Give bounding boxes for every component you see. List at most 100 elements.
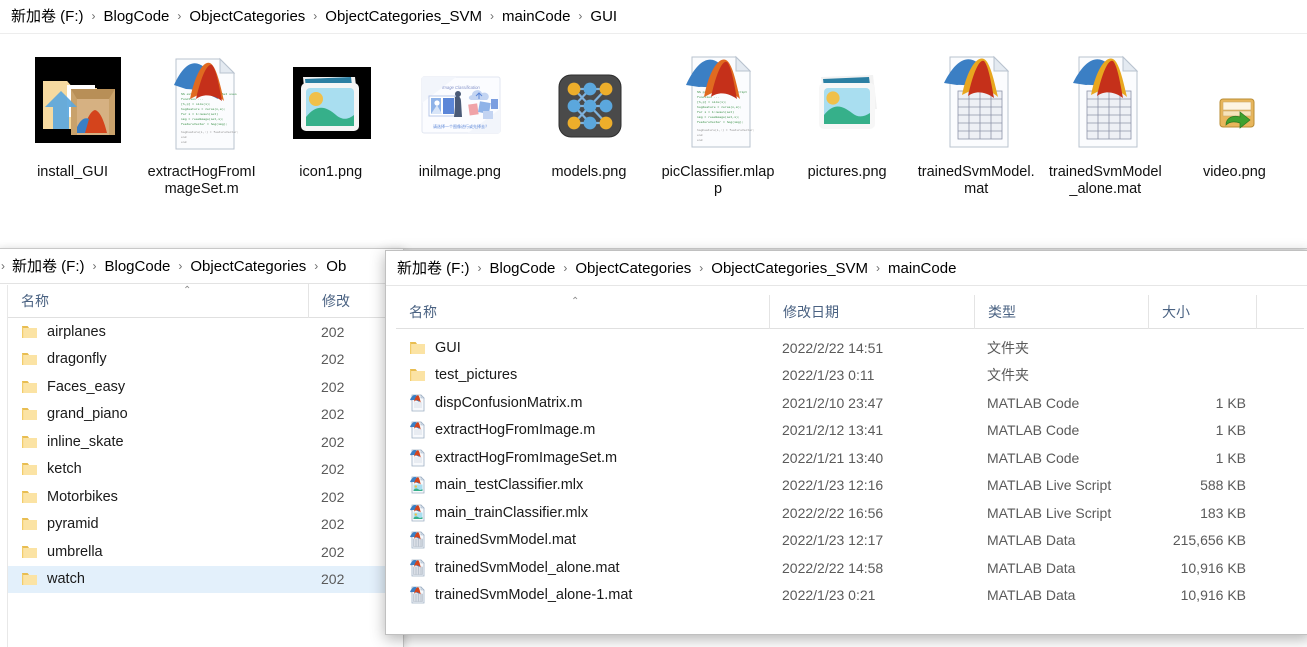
breadcrumb-item-2[interactable]: ObjectCategories bbox=[188, 9, 306, 24]
file-list-left: airplanes 202 dragonfly 202 Faces_easy 2… bbox=[8, 318, 403, 593]
table-row[interactable]: ketch 202 bbox=[8, 456, 403, 484]
file-tile-install-gui[interactable]: install_GUI bbox=[8, 46, 137, 181]
file-tile-picclassifier-mlapp[interactable]: %% picClassifier app script function ...… bbox=[653, 46, 782, 198]
column-header-name-label: 名称 bbox=[21, 292, 49, 309]
breadcrumb-item-3[interactable]: ObjectCategories_SVM bbox=[324, 9, 483, 24]
table-row[interactable]: Motorbikes 202 bbox=[8, 483, 403, 511]
file-tile-label: picClassifier.mlapp bbox=[661, 164, 775, 197]
table-row[interactable]: airplanes 202 bbox=[8, 318, 403, 346]
file-tile-video-png[interactable]: video.png bbox=[1170, 46, 1299, 181]
breadcrumb-item-2[interactable]: ObjectCategories bbox=[189, 259, 307, 274]
breadcrumb-item-0[interactable]: 新加卷 (F:) bbox=[396, 261, 471, 276]
file-tile-label: inilmage.png bbox=[418, 164, 501, 180]
svg-text:end: end bbox=[181, 135, 187, 139]
column-header-name-label: 名称 bbox=[409, 303, 437, 320]
address-bar-left[interactable]: › 新加卷 (F:) › BlogCode › ObjectCategories… bbox=[0, 249, 403, 284]
column-header-modified[interactable]: 修改日期 bbox=[769, 294, 974, 329]
address-bar-main[interactable]: 新加卷 (F:) › BlogCode › ObjectCategories ›… bbox=[386, 251, 1307, 286]
file-tile-trainedsvmmodel-mat[interactable]: trainedSvmModel.mat bbox=[912, 46, 1041, 198]
column-header-type[interactable]: 类型 bbox=[974, 294, 1148, 329]
file-tile-label: models.png bbox=[551, 164, 627, 180]
table-row[interactable]: inline_skate 202 bbox=[8, 428, 403, 456]
column-header-size[interactable]: 大小 bbox=[1148, 294, 1256, 329]
address-bar-top[interactable]: 新加卷 (F:) › BlogCode › ObjectCategories ›… bbox=[0, 0, 1307, 34]
folder-icon bbox=[21, 460, 38, 478]
file-list-main: GUI 2022/2/22 14:51 文件夹 test_pictures 20… bbox=[396, 329, 1304, 609]
table-row[interactable]: extractHogFromImageSet.m 2022/1/21 13:40… bbox=[396, 444, 1304, 472]
table-row[interactable]: pyramid 202 bbox=[8, 511, 403, 539]
file-tile-icon1-png[interactable]: icon1.png bbox=[266, 46, 395, 181]
chevron-right-icon: › bbox=[314, 259, 319, 273]
breadcrumb-item-0[interactable]: 新加卷 (F:) bbox=[10, 9, 85, 24]
breadcrumb-item-1[interactable]: BlogCode bbox=[103, 9, 171, 24]
breadcrumb-item-5[interactable]: GUI bbox=[589, 9, 618, 24]
table-row[interactable]: extractHogFromImage.m 2021/2/12 13:41 MA… bbox=[396, 417, 1304, 445]
file-modified: 2022/1/23 0:21 bbox=[782, 587, 876, 604]
file-name: airplanes bbox=[47, 323, 106, 340]
file-type: MATLAB Code bbox=[987, 422, 1080, 439]
table-row[interactable]: dragonfly 202 bbox=[8, 346, 403, 374]
folder-icon bbox=[21, 433, 38, 451]
folder-icon bbox=[21, 570, 38, 588]
file-size: 10,916 KB bbox=[1180, 587, 1246, 604]
breadcrumb-item-1[interactable]: BlogCode bbox=[104, 259, 172, 274]
chevron-right-icon: › bbox=[563, 261, 568, 275]
table-row[interactable]: dispConfusionMatrix.m 2021/2/10 23:47 MA… bbox=[396, 389, 1304, 417]
svg-text:hogFeature = zeros(n,m);: hogFeature = zeros(n,m); bbox=[181, 107, 226, 111]
window-left-edge bbox=[0, 285, 8, 647]
svg-text:end: end bbox=[697, 138, 703, 142]
chevron-right-icon: › bbox=[1, 259, 5, 273]
column-header-name[interactable]: ⌃ 名称 bbox=[8, 284, 308, 318]
table-row[interactable]: test_pictures 2022/1/23 0:11 文件夹 bbox=[396, 362, 1304, 390]
folder-icon bbox=[409, 339, 426, 357]
file-tile-pictures-png[interactable]: pictures.png bbox=[783, 46, 912, 181]
file-tile-inilmage-png[interactable]: Image Classification 请选择一个图像进行或先择去？ inil… bbox=[395, 46, 524, 181]
folder-icon bbox=[21, 350, 38, 368]
file-tile-extracthog-m[interactable]: %% extractHogFromImageSet uses function … bbox=[137, 46, 266, 198]
table-row[interactable]: watch 202 bbox=[8, 565, 403, 593]
column-header-modified-label: 修改日期 bbox=[783, 303, 839, 320]
breadcrumb-item-3[interactable]: Ob bbox=[325, 259, 347, 274]
table-row[interactable]: main_testClassifier.mlx 2022/1/23 12:16 … bbox=[396, 472, 1304, 500]
breadcrumb-item-3[interactable]: ObjectCategories_SVM bbox=[710, 261, 869, 276]
svg-text:[h,p] = size(i);: [h,p] = size(i); bbox=[697, 100, 727, 104]
file-type: 文件夹 bbox=[987, 367, 1029, 384]
folder-icon bbox=[21, 488, 38, 506]
column-header-spacer[interactable] bbox=[1256, 294, 1304, 329]
matlab-code-icon bbox=[409, 449, 426, 467]
table-row[interactable]: main_trainClassifier.mlx 2022/2/22 16:56… bbox=[396, 499, 1304, 527]
file-tile-trainedsvmmodel-alone-mat[interactable]: trainedSvmModel_alone.mat bbox=[1041, 46, 1170, 198]
folder-icon bbox=[21, 515, 38, 533]
table-row[interactable]: trainedSvmModel_alone-1.mat 2022/1/23 0:… bbox=[396, 582, 1304, 610]
explorer-window-objectcategories: › 新加卷 (F:) › BlogCode › ObjectCategories… bbox=[0, 248, 404, 647]
breadcrumb-item-0[interactable]: 新加卷 (F:) bbox=[11, 259, 86, 274]
file-name: trainedSvmModel_alone.mat bbox=[435, 559, 620, 576]
file-size: 10,916 KB bbox=[1180, 559, 1246, 576]
file-size: 215,656 KB bbox=[1172, 532, 1246, 549]
svg-text:end: end bbox=[181, 140, 187, 144]
file-size: 1 KB bbox=[1215, 449, 1246, 466]
table-row[interactable]: trainedSvmModel_alone.mat 2022/2/22 14:5… bbox=[396, 554, 1304, 582]
matlab-live-icon bbox=[409, 476, 426, 494]
svg-text:hogFeature = zeros(n,m);: hogFeature = zeros(n,m); bbox=[697, 105, 742, 109]
column-header-name[interactable]: ⌃ 名称 bbox=[396, 295, 769, 329]
chevron-right-icon: › bbox=[699, 261, 704, 275]
table-row[interactable]: umbrella 202 bbox=[8, 538, 403, 566]
file-type: 文件夹 bbox=[987, 339, 1029, 356]
breadcrumb-item-2[interactable]: ObjectCategories bbox=[574, 261, 692, 276]
matlab-live-icon bbox=[409, 504, 426, 522]
table-row[interactable]: grand_piano 202 bbox=[8, 401, 403, 429]
file-name: umbrella bbox=[47, 543, 103, 560]
neural-network-dark-icon bbox=[535, 52, 643, 156]
table-row[interactable]: GUI 2022/2/22 14:51 文件夹 bbox=[396, 334, 1304, 362]
file-name: trainedSvmModel.mat bbox=[435, 532, 577, 549]
breadcrumb-item-4[interactable]: mainCode bbox=[501, 9, 571, 24]
chevron-right-icon: › bbox=[477, 261, 482, 275]
file-tile-models-png[interactable]: models.png bbox=[524, 46, 653, 181]
breadcrumb-item-4[interactable]: mainCode bbox=[887, 261, 957, 276]
table-row[interactable]: Faces_easy 202 bbox=[8, 373, 403, 401]
breadcrumb-item-1[interactable]: BlogCode bbox=[489, 261, 557, 276]
table-row[interactable]: trainedSvmModel.mat 2022/1/23 12:17 MATL… bbox=[396, 527, 1304, 555]
file-name: Motorbikes bbox=[47, 488, 118, 505]
file-tile-label: video.png bbox=[1202, 164, 1266, 180]
